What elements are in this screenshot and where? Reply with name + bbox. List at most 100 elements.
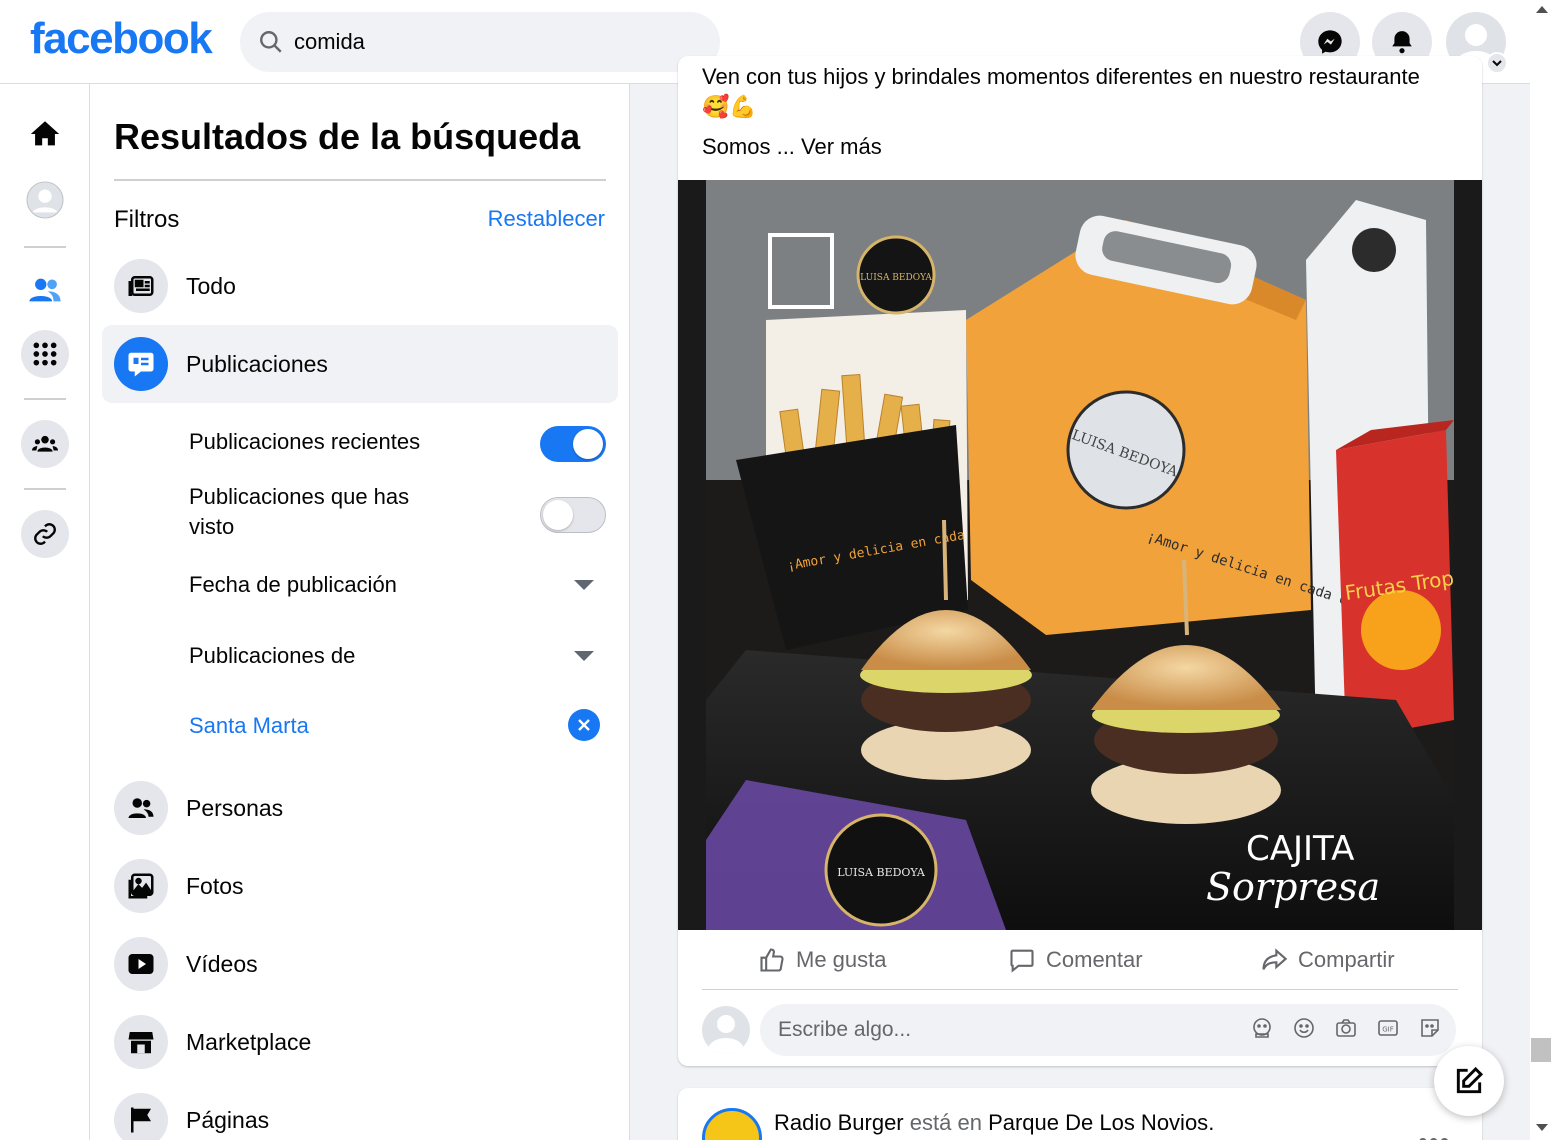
sticker-icon[interactable] bbox=[1418, 1016, 1442, 1040]
new-message-button[interactable] bbox=[1434, 1046, 1504, 1116]
seen-posts-label: Publicaciones que has visto bbox=[189, 482, 409, 542]
compose-icon bbox=[1456, 1066, 1484, 1094]
account-menu-caret[interactable] bbox=[1486, 52, 1508, 74]
post-place-link[interactable]: Parque De Los Novios bbox=[988, 1110, 1208, 1135]
post-header-line: Radio Burger está en Parque De Los Novio… bbox=[774, 1110, 1214, 1136]
commenter-avatar[interactable] bbox=[702, 1006, 750, 1054]
location-filter-value[interactable]: Santa Marta bbox=[189, 711, 309, 741]
reset-filters-link[interactable]: Restablecer bbox=[488, 206, 605, 232]
share-icon bbox=[1262, 948, 1288, 970]
comment-button[interactable]: Comentar bbox=[1008, 930, 1143, 990]
date-filter-label[interactable]: Fecha de publicación bbox=[189, 570, 397, 600]
flag-icon bbox=[114, 1093, 168, 1140]
marketplace-icon bbox=[114, 1015, 168, 1069]
home-icon bbox=[30, 121, 60, 146]
rail-divider bbox=[24, 246, 66, 248]
camera-icon[interactable] bbox=[1334, 1016, 1358, 1040]
like-button[interactable]: Me gusta bbox=[758, 930, 887, 990]
groups-shortcut[interactable] bbox=[21, 420, 69, 468]
avatar-sticker-icon[interactable] bbox=[1250, 1016, 1274, 1040]
rail-divider bbox=[24, 398, 66, 400]
default-avatar-icon bbox=[708, 1015, 744, 1054]
chevron-down-icon bbox=[1492, 60, 1502, 67]
news-feed-icon bbox=[114, 259, 168, 313]
facebook-logo[interactable]: facebook bbox=[30, 14, 213, 64]
post-text-line: Ven con tus hijos y brindales momentos d… bbox=[702, 64, 1420, 89]
bell-icon bbox=[1392, 31, 1412, 54]
recent-posts-toggle[interactable] bbox=[540, 426, 606, 462]
scrollbar-thumb[interactable] bbox=[1531, 1038, 1551, 1062]
gif-icon[interactable]: GIF bbox=[1376, 1016, 1400, 1040]
post-period: . bbox=[1208, 1110, 1215, 1135]
left-shortcut-rail bbox=[0, 84, 90, 1140]
search-box[interactable] bbox=[240, 12, 720, 72]
photo-content: LUISA BEDOYA ¡Amor y delicia en cada det… bbox=[706, 180, 1482, 930]
title-divider bbox=[114, 179, 606, 181]
friends-shortcut[interactable] bbox=[21, 266, 69, 314]
photos-icon bbox=[114, 859, 168, 913]
emoji-icon[interactable] bbox=[1292, 1016, 1316, 1040]
filter-category-posts[interactable]: Publicaciones bbox=[102, 325, 618, 403]
home-shortcut[interactable] bbox=[21, 110, 69, 158]
filter-category-photos[interactable]: Fotos bbox=[102, 847, 618, 925]
filter-category-label: Publicaciones bbox=[186, 351, 328, 377]
filters-heading: Filtros bbox=[114, 206, 180, 233]
page-scrollbar[interactable] bbox=[1530, 0, 1554, 1140]
seen-posts-label-line2: visto bbox=[189, 514, 235, 539]
filter-category-pages[interactable]: Páginas bbox=[102, 1081, 618, 1140]
comment-icon bbox=[1010, 949, 1034, 973]
post-connector-text: está en bbox=[909, 1110, 982, 1135]
food-photo-illustration: LUISA BEDOYA ¡Amor y delicia en cada det… bbox=[706, 180, 1482, 930]
link-shortcut[interactable] bbox=[21, 510, 69, 558]
friends-icon bbox=[29, 278, 61, 302]
search-result-post: Ven con tus hijos y brindales momentos d… bbox=[678, 56, 1482, 1066]
post-author-link[interactable]: Radio Burger bbox=[774, 1110, 904, 1135]
search-filters-panel: Resultados de la búsqueda Filtros Restab… bbox=[90, 84, 630, 1140]
caret-down-icon[interactable] bbox=[574, 651, 594, 661]
comment-input[interactable]: Escribe algo... GIF bbox=[760, 1004, 1456, 1056]
profile-shortcut[interactable] bbox=[21, 176, 69, 224]
share-button[interactable]: Compartir bbox=[1260, 930, 1395, 990]
post-photo[interactable]: LUISA BEDOYA ¡Amor y delicia en cada det… bbox=[678, 180, 1482, 930]
filter-category-label: Fotos bbox=[186, 873, 244, 899]
logo-brand-text: LUISA BEDOYA bbox=[860, 273, 932, 283]
close-icon bbox=[578, 719, 590, 731]
post-emojis: 🥰💪 bbox=[702, 94, 757, 119]
post-action-bar: Me gusta Comentar Compartir bbox=[702, 930, 1458, 990]
profile-avatar-icon bbox=[26, 181, 64, 219]
seen-posts-toggle[interactable] bbox=[540, 497, 606, 533]
filter-category-label: Personas bbox=[186, 795, 284, 821]
filter-category-label: Todo bbox=[186, 273, 236, 299]
comment-tools: GIF bbox=[1250, 1016, 1442, 1040]
scroll-up-arrow[interactable] bbox=[1536, 6, 1548, 13]
caret-down-icon[interactable] bbox=[574, 580, 594, 590]
clear-location-button[interactable] bbox=[568, 709, 600, 741]
post-options-icon[interactable]: ••• bbox=[1418, 1126, 1450, 1140]
search-icon bbox=[260, 31, 282, 53]
search-result-post: Radio Burger está en Parque De Los Novio… bbox=[678, 1088, 1482, 1140]
video-icon bbox=[114, 937, 168, 991]
page-avatar[interactable] bbox=[702, 1108, 762, 1140]
filter-category-label: Marketplace bbox=[186, 1029, 312, 1055]
filter-category-videos[interactable]: Vídeos bbox=[102, 925, 618, 1003]
people-icon bbox=[114, 781, 168, 835]
link-icon bbox=[34, 523, 56, 545]
promo-script-text: Sorpresa bbox=[1206, 865, 1380, 909]
scroll-down-arrow[interactable] bbox=[1536, 1124, 1548, 1131]
menu-shortcut[interactable] bbox=[21, 330, 69, 378]
filter-category-people[interactable]: Personas bbox=[102, 769, 618, 847]
svg-text:GIF: GIF bbox=[1382, 1026, 1394, 1034]
toggle-knob bbox=[573, 429, 603, 459]
filter-category-marketplace[interactable]: Marketplace bbox=[102, 1003, 618, 1081]
filter-category-label: Páginas bbox=[186, 1107, 270, 1133]
recent-posts-label: Publicaciones recientes bbox=[189, 429, 421, 454]
see-more-link[interactable]: Ver más bbox=[801, 134, 882, 159]
toggle-knob bbox=[543, 500, 573, 530]
filter-category-label: Vídeos bbox=[186, 951, 258, 977]
posted-by-filter-label[interactable]: Publicaciones de bbox=[189, 641, 355, 671]
comment-composer: Escribe algo... GIF bbox=[702, 1004, 1458, 1056]
filter-category-all[interactable]: Todo bbox=[102, 247, 618, 325]
search-input[interactable] bbox=[294, 12, 694, 72]
posts-icon bbox=[114, 337, 168, 391]
page-title: Resultados de la búsqueda bbox=[114, 116, 581, 157]
